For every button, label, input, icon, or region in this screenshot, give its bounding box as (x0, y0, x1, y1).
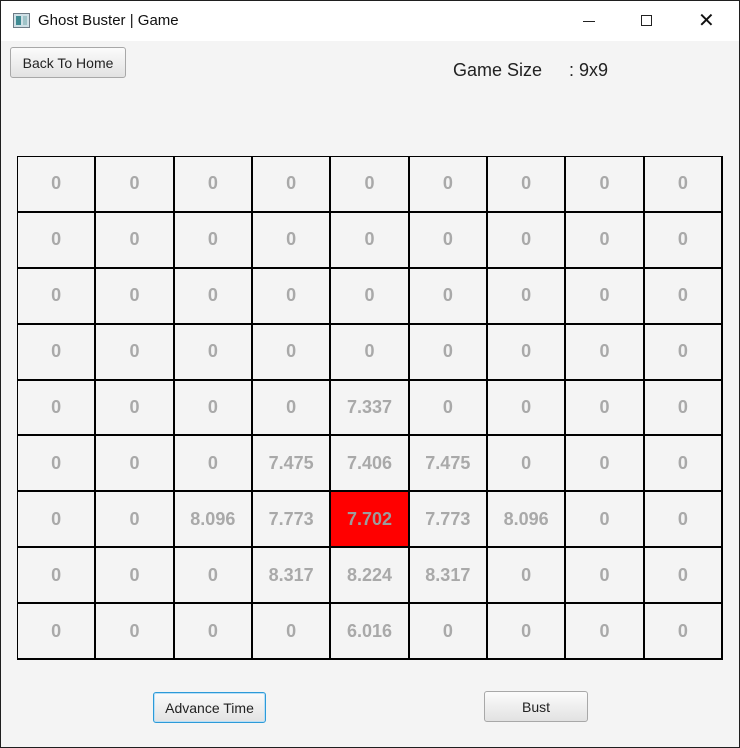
grid-cell-4-4[interactable]: 0 (253, 324, 332, 381)
grid-cell-7-5-selected[interactable]: 7.702 (331, 492, 410, 549)
grid-cell-4-2[interactable]: 0 (96, 324, 175, 381)
grid-cell-9-9[interactable]: 0 (644, 604, 723, 660)
grid-cell-1-1[interactable]: 0 (18, 157, 97, 213)
grid-cell-6-9[interactable]: 0 (644, 436, 723, 493)
grid-cell-4-5[interactable]: 0 (331, 324, 410, 381)
grid-cell-3-5[interactable]: 0 (331, 268, 410, 325)
grid-cell-8-8[interactable]: 0 (566, 548, 645, 605)
grid-cell-2-7[interactable]: 0 (488, 212, 567, 269)
game-content: Back To Home Game Size : 9x9 0 0 0 0 0 0… (1, 41, 739, 747)
grid-cell-9-8[interactable]: 0 (566, 604, 645, 660)
grid-cell-1-8[interactable]: 0 (566, 157, 645, 213)
grid-cell-2-1[interactable]: 0 (18, 212, 97, 269)
grid-cell-5-7[interactable]: 0 (488, 380, 567, 437)
grid-cell-7-8[interactable]: 0 (566, 492, 645, 549)
grid-cell-6-3[interactable]: 0 (174, 436, 253, 493)
grid-cell-7-4[interactable]: 7.773 (253, 492, 332, 549)
grid-cell-4-9[interactable]: 0 (644, 324, 723, 381)
grid-cell-7-3[interactable]: 8.096 (174, 492, 253, 549)
grid-cell-1-4[interactable]: 0 (253, 157, 332, 213)
grid-cell-4-7[interactable]: 0 (488, 324, 567, 381)
grid-cell-5-5[interactable]: 7.337 (331, 380, 410, 437)
grid-cell-1-2[interactable]: 0 (96, 157, 175, 213)
game-grid: 0 0 0 0 0 0 0 0 0 0 0 0 0 0 0 0 0 0 0 0 … (17, 156, 723, 660)
grid-cell-2-3[interactable]: 0 (174, 212, 253, 269)
grid-cell-1-9[interactable]: 0 (644, 157, 723, 213)
grid-cell-7-6[interactable]: 7.773 (409, 492, 488, 549)
grid-cell-6-5[interactable]: 7.406 (331, 436, 410, 493)
window-title: Ghost Buster | Game (38, 12, 179, 29)
grid-cell-2-9[interactable]: 0 (644, 212, 723, 269)
maximize-icon (641, 15, 652, 26)
grid-cell-3-6[interactable]: 0 (409, 268, 488, 325)
grid-cell-6-1[interactable]: 0 (18, 436, 97, 493)
grid-cell-8-1[interactable]: 0 (18, 548, 97, 605)
grid-cell-8-3[interactable]: 0 (174, 548, 253, 605)
grid-cell-3-1[interactable]: 0 (18, 268, 97, 325)
grid-cell-8-6[interactable]: 8.317 (409, 548, 488, 605)
grid-cell-2-8[interactable]: 0 (566, 212, 645, 269)
maximize-button[interactable] (618, 1, 676, 41)
grid-cell-3-4[interactable]: 0 (253, 268, 332, 325)
app-window: Ghost Buster | Game ✕ Back To Home Game … (0, 0, 740, 748)
grid-cell-1-7[interactable]: 0 (488, 157, 567, 213)
grid-cell-9-5[interactable]: 6.016 (331, 604, 410, 660)
grid-cell-9-4[interactable]: 0 (253, 604, 332, 660)
grid-cell-3-3[interactable]: 0 (174, 268, 253, 325)
advance-time-button[interactable]: Advance Time (153, 692, 266, 723)
grid-cell-3-7[interactable]: 0 (488, 268, 567, 325)
grid-cell-4-6[interactable]: 0 (409, 324, 488, 381)
grid-cell-6-6[interactable]: 7.475 (409, 436, 488, 493)
app-icon (13, 13, 30, 28)
grid-cell-4-8[interactable]: 0 (566, 324, 645, 381)
grid-cell-6-8[interactable]: 0 (566, 436, 645, 493)
grid-cell-8-7[interactable]: 0 (488, 548, 567, 605)
minimize-icon (583, 21, 595, 22)
grid-cell-1-5[interactable]: 0 (331, 157, 410, 213)
grid-cell-9-6[interactable]: 0 (409, 604, 488, 660)
grid-cell-2-6[interactable]: 0 (409, 212, 488, 269)
game-size-value: : 9x9 (569, 60, 609, 80)
grid-cell-5-6[interactable]: 0 (409, 380, 488, 437)
grid-cell-9-7[interactable]: 0 (488, 604, 567, 660)
grid-cell-7-2[interactable]: 0 (96, 492, 175, 549)
grid-cell-4-3[interactable]: 0 (174, 324, 253, 381)
grid-cell-9-3[interactable]: 0 (174, 604, 253, 660)
grid-cell-6-7[interactable]: 0 (488, 436, 567, 493)
grid-cell-6-2[interactable]: 0 (96, 436, 175, 493)
grid-cell-7-9[interactable]: 0 (644, 492, 723, 549)
grid-cell-8-2[interactable]: 0 (96, 548, 175, 605)
grid-cell-3-9[interactable]: 0 (644, 268, 723, 325)
minimize-button[interactable] (560, 1, 618, 41)
grid-cell-8-4[interactable]: 8.317 (253, 548, 332, 605)
grid-cell-7-1[interactable]: 0 (18, 492, 97, 549)
grid-cell-3-8[interactable]: 0 (566, 268, 645, 325)
grid-cell-6-4[interactable]: 7.475 (253, 436, 332, 493)
title-bar: Ghost Buster | Game ✕ (1, 1, 739, 41)
grid-cell-1-3[interactable]: 0 (174, 157, 253, 213)
back-to-home-button[interactable]: Back To Home (10, 47, 126, 78)
grid-cell-7-7[interactable]: 8.096 (488, 492, 567, 549)
grid-cell-5-9[interactable]: 0 (644, 380, 723, 437)
grid-cell-5-1[interactable]: 0 (18, 380, 97, 437)
grid-cell-2-4[interactable]: 0 (253, 212, 332, 269)
grid-cell-8-5[interactable]: 8.224 (331, 548, 410, 605)
grid-cell-5-8[interactable]: 0 (566, 380, 645, 437)
grid-cell-5-4[interactable]: 0 (253, 380, 332, 437)
grid-cell-5-2[interactable]: 0 (96, 380, 175, 437)
grid-cell-8-9[interactable]: 0 (644, 548, 723, 605)
grid-cell-3-2[interactable]: 0 (96, 268, 175, 325)
grid-cell-2-5[interactable]: 0 (331, 212, 410, 269)
close-button[interactable]: ✕ (676, 1, 734, 41)
grid-cell-1-6[interactable]: 0 (409, 157, 488, 213)
game-size-label: Game Size (453, 60, 543, 80)
grid-cell-4-1[interactable]: 0 (18, 324, 97, 381)
grid-cell-9-1[interactable]: 0 (18, 604, 97, 660)
grid-cell-2-2[interactable]: 0 (96, 212, 175, 269)
bust-button[interactable]: Bust (484, 691, 588, 722)
grid-cell-5-3[interactable]: 0 (174, 380, 253, 437)
grid-cell-9-2[interactable]: 0 (96, 604, 175, 660)
close-icon: ✕ (698, 8, 715, 32)
